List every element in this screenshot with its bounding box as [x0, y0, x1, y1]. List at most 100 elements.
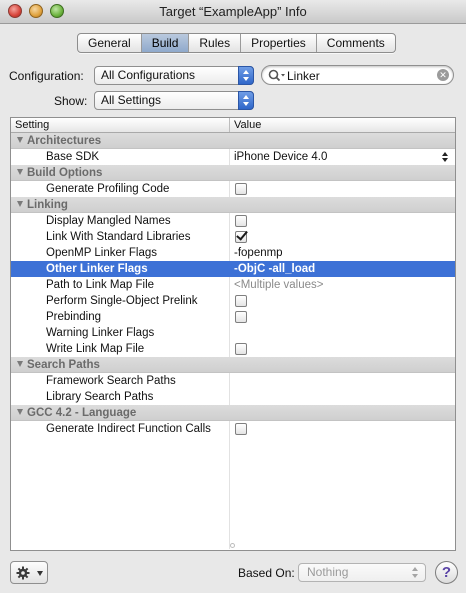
table-row[interactable]: Base SDK iPhone Device 4.0 [11, 149, 455, 165]
table-row[interactable]: Write Link Map File [11, 341, 455, 357]
build-settings-table: Setting Value Architectures Base SDK iPhon… [10, 117, 456, 551]
table-row[interactable]: Generate Profiling Code [11, 181, 455, 197]
table-row[interactable]: Path to Link Map File <Multiple values> [11, 277, 455, 293]
column-header-setting[interactable]: Setting [11, 118, 230, 132]
based-on-value: Nothing [307, 565, 349, 579]
magnifier-icon [268, 69, 285, 82]
popup-arrows-icon[interactable] [442, 152, 449, 162]
empty-cell [230, 469, 455, 485]
search-field[interactable]: ✕ [261, 65, 454, 85]
setting-name: Write Link Map File [11, 341, 230, 357]
setting-value[interactable]: <Multiple values> [230, 277, 455, 293]
disclosure-triangle-icon[interactable] [17, 409, 23, 415]
configuration-popup[interactable]: All Configurations [94, 66, 254, 85]
window-title: Target “ExampleApp” Info [159, 4, 307, 19]
table-row[interactable]: Prebinding [11, 309, 455, 325]
setting-value[interactable]: -fopenmp [230, 245, 455, 261]
empty-cell [230, 517, 455, 533]
tab-build[interactable]: Build [141, 34, 190, 52]
help-button[interactable]: ? [435, 561, 458, 584]
setting-value[interactable] [230, 293, 455, 309]
table-row[interactable]: OpenMP Linker Flags -fopenmp [11, 245, 455, 261]
group-header-label: Linking [11, 197, 68, 212]
table-row[interactable]: Library Search Paths [11, 389, 455, 405]
group-header-label: Build Options [11, 165, 102, 180]
setting-checkbox[interactable] [235, 311, 247, 323]
setting-value[interactable] [230, 309, 455, 325]
setting-value[interactable] [230, 181, 455, 197]
disclosure-triangle-icon[interactable] [17, 361, 23, 367]
table-row[interactable]: Perform Single-Object Prelink [11, 293, 455, 309]
table-row[interactable]: Display Mangled Names [11, 213, 455, 229]
group-header[interactable]: Linking [11, 197, 455, 213]
gear-icon [16, 566, 30, 580]
setting-name: Generate Indirect Function Calls [11, 421, 230, 437]
table-header: Setting Value [11, 118, 455, 133]
setting-value[interactable] [230, 213, 455, 229]
configuration-label: Configuration: [9, 69, 84, 83]
group-title: GCC 4.2 - Language [27, 407, 137, 419]
setting-value-text: iPhone Device 4.0 [234, 151, 328, 163]
disclosure-triangle-icon[interactable] [17, 137, 23, 143]
tab-general[interactable]: General [78, 34, 142, 52]
tab-comments[interactable]: Comments [317, 34, 395, 52]
setting-name: Display Mangled Names [11, 213, 230, 229]
empty-cell [11, 437, 230, 453]
clear-search-icon[interactable]: ✕ [437, 69, 449, 81]
setting-name: Prebinding [11, 309, 230, 325]
empty-cell [11, 485, 230, 501]
table-row[interactable]: Framework Search Paths [11, 373, 455, 389]
setting-value-text: -fopenmp [234, 247, 283, 259]
setting-checkbox[interactable] [235, 231, 247, 243]
empty-cell [230, 501, 455, 517]
setting-name: Framework Search Paths [11, 373, 230, 389]
setting-value[interactable] [230, 325, 455, 341]
group-title: Architectures [27, 135, 102, 147]
show-popup[interactable]: All Settings [94, 91, 254, 110]
based-on-label: Based On: [238, 566, 295, 580]
show-label: Show: [54, 94, 88, 108]
based-on-popup[interactable]: Nothing [298, 563, 426, 582]
setting-value[interactable] [230, 229, 455, 245]
setting-checkbox[interactable] [235, 343, 247, 355]
table-row[interactable]: Other Linker Flags -ObjC -all_load [11, 261, 455, 277]
popup-arrows-icon [238, 91, 254, 110]
table-row[interactable]: Warning Linker Flags [11, 325, 455, 341]
popup-arrows-icon [412, 567, 419, 578]
setting-value[interactable] [230, 341, 455, 357]
setting-name: Base SDK [11, 149, 230, 165]
table-body: Architectures Base SDK iPhone Device 4.0 Bu… [11, 133, 455, 549]
disclosure-triangle-icon[interactable] [17, 169, 23, 175]
setting-value[interactable] [230, 373, 455, 389]
empty-row [11, 485, 455, 501]
setting-value-text: <Multiple values> [234, 279, 324, 291]
setting-checkbox[interactable] [235, 423, 247, 435]
setting-name: Warning Linker Flags [11, 325, 230, 341]
group-header[interactable]: GCC 4.2 - Language [11, 405, 455, 421]
group-header-label: Architectures [11, 133, 101, 148]
configuration-value: All Configurations [101, 68, 196, 82]
table-row[interactable]: Link With Standard Libraries [11, 229, 455, 245]
empty-cell [230, 437, 455, 453]
setting-checkbox[interactable] [235, 215, 247, 227]
search-input[interactable] [287, 68, 437, 83]
setting-name: Path to Link Map File [11, 277, 230, 293]
tab-properties[interactable]: Properties [241, 34, 317, 52]
tab-rules[interactable]: Rules [189, 34, 242, 52]
setting-value[interactable] [230, 389, 455, 405]
setting-value[interactable]: -ObjC -all_load [230, 261, 455, 277]
table-row[interactable]: Generate Indirect Function Calls [11, 421, 455, 437]
group-header[interactable]: Search Paths [11, 357, 455, 373]
setting-value[interactable]: iPhone Device 4.0 [230, 149, 455, 165]
column-resize-handle[interactable] [230, 543, 235, 548]
group-header[interactable]: Build Options [11, 165, 455, 181]
group-header[interactable]: Architectures [11, 133, 455, 149]
disclosure-triangle-icon[interactable] [17, 201, 23, 207]
setting-value[interactable] [230, 421, 455, 437]
setting-checkbox[interactable] [235, 183, 247, 195]
action-gear-button[interactable] [10, 561, 48, 584]
setting-name: OpenMP Linker Flags [11, 245, 230, 261]
setting-checkbox[interactable] [235, 295, 247, 307]
group-title: Linking [27, 199, 68, 211]
column-header-value[interactable]: Value [230, 118, 455, 132]
